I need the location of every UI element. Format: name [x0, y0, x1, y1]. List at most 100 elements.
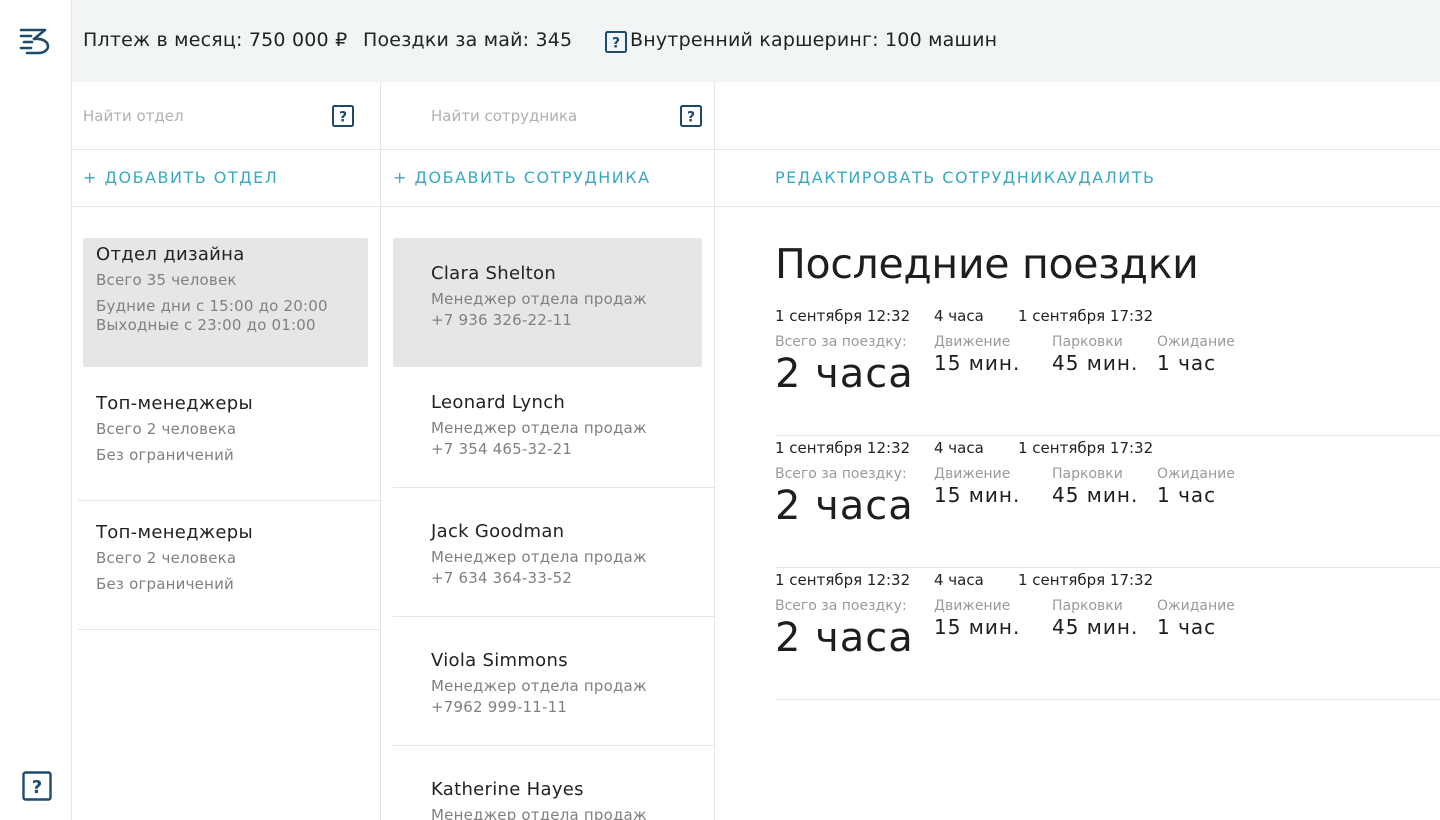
svg-text:?: ?: [612, 36, 620, 52]
employee-name: Viola Simmons: [431, 650, 568, 671]
add-employee-button[interactable]: + ДОБАВИТЬ СОТРУДНИКА: [393, 168, 651, 187]
trip-total-label: Всего за поездку:: [775, 466, 907, 482]
detail-actions-row: РЕДАКТИРОВАТЬ СОТРУДНИКА УДАЛИТЬ: [715, 150, 1440, 207]
trip-park-label: Парковки: [1052, 334, 1123, 350]
employee-actions-row: + ДОБАВИТЬ СОТРУДНИКА: [381, 150, 714, 207]
divider: [78, 500, 381, 501]
employee-name: Jack Goodman: [431, 521, 565, 542]
employee-role: Менеджер отдела продаж: [431, 677, 647, 695]
delete-employee-button[interactable]: УДАЛИТЬ: [1067, 168, 1155, 187]
employees-column: ? + ДОБАВИТЬ СОТРУДНИКА Clara Shelton Ме…: [381, 82, 715, 820]
department-item[interactable]: Отдел дизайна Всего 35 человек Будние дн…: [83, 238, 368, 367]
trip-end: 1 сентября 17:32: [1018, 307, 1154, 325]
trip-total-value: 2 часа: [775, 615, 914, 661]
department-schedule: Выходные с 23:00 до 01:00: [96, 316, 316, 334]
department-schedule: Без ограничений: [96, 575, 234, 593]
trip-park-value: 45 мин.: [1052, 351, 1139, 375]
employee-detail-panel: РЕДАКТИРОВАТЬ СОТРУДНИКА УДАЛИТЬ Последн…: [715, 82, 1440, 820]
employee-name: Clara Shelton: [431, 263, 557, 284]
recent-trips-title: Последние поездки: [775, 240, 1199, 288]
trip-move-value: 15 мин.: [934, 615, 1021, 639]
employee-phone: +7 634 364-33-52: [431, 569, 573, 587]
trip-wait-value: 1 час: [1157, 483, 1217, 507]
department-search-row: ?: [72, 82, 380, 150]
department-actions-row: + ДОБАВИТЬ ОТДЕЛ: [72, 150, 380, 207]
trip-item: 1 сентября 12:32 4 часа 1 сентября 17:32…: [775, 436, 1440, 568]
divider: [78, 629, 381, 630]
trip-duration: 4 часа: [934, 439, 984, 457]
divider: [393, 616, 715, 617]
department-schedule: Без ограничений: [96, 446, 234, 464]
trip-move-label: Движение: [934, 334, 1011, 350]
trip-end: 1 сентября 17:32: [1018, 571, 1154, 589]
svg-text:?: ?: [687, 110, 695, 126]
trip-total-value: 2 часа: [775, 483, 914, 529]
employee-role: Менеджер отдела продаж: [431, 419, 647, 437]
brand-logo-icon[interactable]: [19, 24, 53, 56]
department-count: Всего 35 человек: [96, 271, 237, 289]
trip-item: 1 сентября 12:32 4 часа 1 сентября 17:32…: [775, 304, 1440, 436]
trip-start: 1 сентября 12:32: [775, 571, 911, 589]
svg-text:?: ?: [32, 777, 42, 798]
add-department-button[interactable]: + ДОБАВИТЬ ОТДЕЛ: [83, 168, 278, 187]
department-item[interactable]: Топ-менеджеры Всего 2 человека Без огран…: [83, 382, 368, 499]
department-search-input[interactable]: [83, 104, 323, 128]
monthly-trips-stat: Поездки за май: 345: [363, 29, 573, 51]
trip-total-label: Всего за поездку:: [775, 598, 907, 614]
employee-phone: +7 936 326-22-11: [431, 311, 573, 329]
departments-column: ? + ДОБАВИТЬ ОТДЕЛ Отдел дизайна Всего 3…: [72, 82, 381, 820]
trip-park-label: Парковки: [1052, 598, 1123, 614]
trip-move-label: Движение: [934, 598, 1011, 614]
trip-duration: 4 часа: [934, 307, 984, 325]
department-name: Отдел дизайна: [96, 244, 245, 265]
trip-total-value: 2 часа: [775, 351, 914, 397]
employee-item[interactable]: Viola Simmons Менеджер отдела продаж +79…: [393, 625, 702, 754]
department-item[interactable]: Топ-менеджеры Всего 2 человека Без огран…: [83, 511, 368, 628]
department-name: Топ-менеджеры: [96, 393, 254, 414]
divider: [393, 487, 715, 488]
employee-role: Менеджер отдела продаж: [431, 290, 647, 308]
employee-item[interactable]: Clara Shelton Менеджер отдела продаж +7 …: [393, 238, 702, 367]
employee-search-row: ?: [381, 82, 714, 150]
trip-total-label: Всего за поездку:: [775, 334, 907, 350]
trip-move-value: 15 мин.: [934, 483, 1021, 507]
department-name: Топ-менеджеры: [96, 522, 254, 543]
trip-park-label: Парковки: [1052, 466, 1123, 482]
trip-wait-label: Ожидание: [1157, 334, 1235, 350]
trip-wait-value: 1 час: [1157, 351, 1217, 375]
trip-park-value: 45 мин.: [1052, 615, 1139, 639]
department-count: Всего 2 человека: [96, 420, 237, 438]
employee-name: Katherine Hayes: [431, 779, 584, 800]
left-rail: ?: [0, 0, 72, 820]
trip-end: 1 сентября 17:32: [1018, 439, 1154, 457]
question-mark-icon[interactable]: ?: [22, 771, 52, 801]
employee-phone: +7962 999-11-11: [431, 698, 568, 716]
department-count: Всего 2 человека: [96, 549, 237, 567]
trip-wait-label: Ожидание: [1157, 598, 1235, 614]
question-mark-icon[interactable]: ?: [680, 105, 702, 127]
question-mark-icon[interactable]: ?: [605, 31, 627, 53]
employee-name: Leonard Lynch: [431, 392, 566, 413]
department-schedule: Будние дни с 15:00 до 20:00: [96, 297, 328, 315]
employee-item[interactable]: Jack Goodman Менеджер отдела продаж +7 6…: [393, 496, 702, 625]
divider: [393, 745, 715, 746]
trip-wait-label: Ожидание: [1157, 466, 1235, 482]
employee-search-input[interactable]: [431, 104, 671, 128]
top-stats-bar: Плтеж в месяц: 750 000 ₽ Поездки за май:…: [72, 0, 1440, 82]
employee-item[interactable]: Katherine Hayes Менеджер отдела продаж: [393, 754, 702, 820]
trip-start: 1 сентября 12:32: [775, 307, 911, 325]
svg-text:?: ?: [339, 110, 347, 126]
question-mark-icon[interactable]: ?: [332, 105, 354, 127]
trip-move-value: 15 мин.: [934, 351, 1021, 375]
employee-role: Менеджер отдела продаж: [431, 806, 647, 820]
trip-park-value: 45 мин.: [1052, 483, 1139, 507]
trip-wait-value: 1 час: [1157, 615, 1217, 639]
detail-header-row: [715, 82, 1440, 150]
employee-phone: +7 354 465-32-21: [431, 440, 573, 458]
carsharing-stat: Внутренний каршеринг: 100 машин: [630, 29, 998, 51]
employee-item[interactable]: Leonard Lynch Менеджер отдела продаж +7 …: [393, 367, 702, 496]
trip-item: 1 сентября 12:32 4 часа 1 сентября 17:32…: [775, 568, 1440, 700]
trip-move-label: Движение: [934, 466, 1011, 482]
employee-role: Менеджер отдела продаж: [431, 548, 647, 566]
edit-employee-button[interactable]: РЕДАКТИРОВАТЬ СОТРУДНИКА: [775, 168, 1069, 187]
